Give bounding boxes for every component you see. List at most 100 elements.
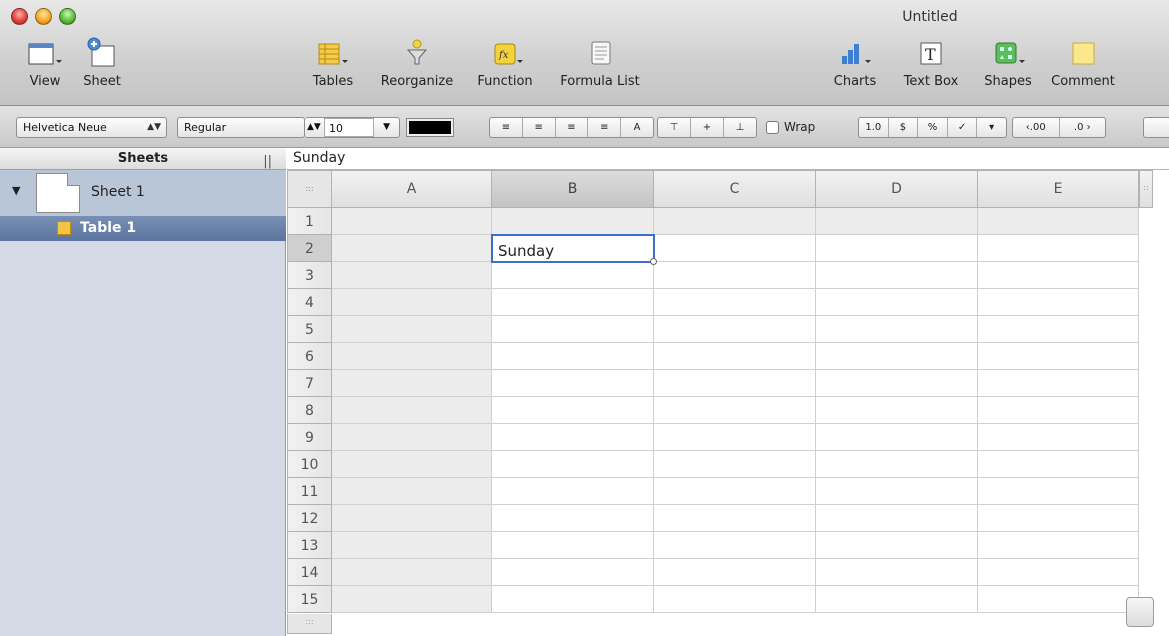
cell-b12[interactable] bbox=[492, 505, 654, 532]
cell-a11[interactable] bbox=[332, 478, 492, 505]
valign-middle-icon[interactable]: + bbox=[691, 118, 724, 137]
cell-e6[interactable] bbox=[978, 343, 1139, 370]
cell-d7[interactable] bbox=[816, 370, 978, 397]
cell-c13[interactable] bbox=[654, 532, 816, 559]
zoom-window-button[interactable] bbox=[59, 8, 76, 25]
valign-top-icon[interactable]: ⊤ bbox=[658, 118, 691, 137]
align-left-icon[interactable]: ≡ bbox=[490, 118, 523, 137]
vertical-align-segmented-control[interactable]: ⊤ + ⊥ bbox=[657, 117, 757, 138]
fill-handle[interactable] bbox=[650, 258, 657, 265]
table-select-handle[interactable]: ::: bbox=[287, 170, 332, 208]
align-auto-icon[interactable]: A bbox=[621, 118, 653, 137]
text-color-well[interactable] bbox=[406, 118, 454, 137]
cell-c10[interactable] bbox=[654, 451, 816, 478]
cell-d3[interactable] bbox=[816, 262, 978, 289]
decrease-decimals-button[interactable]: .0 › bbox=[1060, 118, 1106, 137]
font-family-select[interactable]: Helvetica Neue ▲▼ bbox=[16, 117, 167, 138]
cell-e13[interactable] bbox=[978, 532, 1139, 559]
cell-d6[interactable] bbox=[816, 343, 978, 370]
cell-b15[interactable] bbox=[492, 586, 654, 613]
cell-e7[interactable] bbox=[978, 370, 1139, 397]
more-formats-button[interactable]: ▾ bbox=[977, 118, 1006, 137]
cell-a14[interactable] bbox=[332, 559, 492, 586]
cell-a9[interactable] bbox=[332, 424, 492, 451]
row-header-13[interactable]: 13 bbox=[287, 532, 332, 559]
font-style-select[interactable]: Regular bbox=[177, 117, 305, 138]
column-header-b[interactable]: B bbox=[492, 170, 654, 208]
cell-d8[interactable] bbox=[816, 397, 978, 424]
cell-c2[interactable] bbox=[654, 235, 816, 262]
cell-a6[interactable] bbox=[332, 343, 492, 370]
cell-a4[interactable] bbox=[332, 289, 492, 316]
cell-b1[interactable] bbox=[492, 208, 654, 235]
font-size-field[interactable]: ▲▼ 10 ▼ bbox=[305, 117, 400, 138]
column-header-c[interactable]: C bbox=[654, 170, 816, 208]
cell-a15[interactable] bbox=[332, 586, 492, 613]
cell-d15[interactable] bbox=[816, 586, 978, 613]
number-format-segmented-control[interactable]: 1.0 $ % ✓ ▾ bbox=[858, 117, 1007, 138]
cell-a7[interactable] bbox=[332, 370, 492, 397]
format-bar-overflow-button[interactable] bbox=[1143, 117, 1169, 138]
text-box-button[interactable]: T Text Box bbox=[896, 36, 966, 89]
cell-e14[interactable] bbox=[978, 559, 1139, 586]
cell-a1[interactable] bbox=[332, 208, 492, 235]
tables-button[interactable]: Tables bbox=[308, 36, 358, 89]
cell-a12[interactable] bbox=[332, 505, 492, 532]
cell-b4[interactable] bbox=[492, 289, 654, 316]
cell-e5[interactable] bbox=[978, 316, 1139, 343]
row-header-1[interactable]: 1 bbox=[287, 208, 332, 235]
cell-d10[interactable] bbox=[816, 451, 978, 478]
cell-d11[interactable] bbox=[816, 478, 978, 505]
cell-d9[interactable] bbox=[816, 424, 978, 451]
row-header-2[interactable]: 2 bbox=[287, 235, 332, 262]
cell-c15[interactable] bbox=[654, 586, 816, 613]
decimal-segmented-control[interactable]: ‹.00 .0 › bbox=[1012, 117, 1106, 138]
sheet-button[interactable]: Sheet bbox=[80, 36, 124, 89]
cell-b11[interactable] bbox=[492, 478, 654, 505]
cell-b3[interactable] bbox=[492, 262, 654, 289]
cell-a3[interactable] bbox=[332, 262, 492, 289]
cell-d14[interactable] bbox=[816, 559, 978, 586]
cell-d1[interactable] bbox=[816, 208, 978, 235]
row-header-11[interactable]: 11 bbox=[287, 478, 332, 505]
sidebar-splitter-icon[interactable]: || bbox=[263, 151, 272, 172]
cell-b10[interactable] bbox=[492, 451, 654, 478]
number-format-button[interactable]: 1.0 bbox=[859, 118, 889, 137]
cell-e2[interactable] bbox=[978, 235, 1139, 262]
cell-e4[interactable] bbox=[978, 289, 1139, 316]
function-button[interactable]: fx Function bbox=[474, 36, 536, 89]
close-window-button[interactable] bbox=[11, 8, 28, 25]
cell-a13[interactable] bbox=[332, 532, 492, 559]
charts-button[interactable]: Charts bbox=[830, 36, 880, 89]
cell-c4[interactable] bbox=[654, 289, 816, 316]
cell-b14[interactable] bbox=[492, 559, 654, 586]
cell-c5[interactable] bbox=[654, 316, 816, 343]
sidebar-item-table-1[interactable]: Table 1 bbox=[0, 216, 286, 241]
row-header-8[interactable]: 8 bbox=[287, 397, 332, 424]
row-header-14[interactable]: 14 bbox=[287, 559, 332, 586]
currency-format-button[interactable]: $ bbox=[889, 118, 919, 137]
cell-b6[interactable] bbox=[492, 343, 654, 370]
cell-c6[interactable] bbox=[654, 343, 816, 370]
column-header-e[interactable]: E bbox=[978, 170, 1139, 208]
disclosure-triangle-icon[interactable]: ▼ bbox=[12, 184, 20, 197]
row-header-15[interactable]: 15 bbox=[287, 586, 332, 613]
valign-bottom-icon[interactable]: ⊥ bbox=[724, 118, 756, 137]
align-justify-icon[interactable]: ≡ bbox=[588, 118, 622, 137]
row-header-6[interactable]: 6 bbox=[287, 343, 332, 370]
row-header-3[interactable]: 3 bbox=[287, 262, 332, 289]
cell-e8[interactable] bbox=[978, 397, 1139, 424]
formula-list-button[interactable]: Formula List bbox=[555, 36, 645, 89]
cell-e9[interactable] bbox=[978, 424, 1139, 451]
align-right-icon[interactable]: ≡ bbox=[556, 118, 589, 137]
cell-d4[interactable] bbox=[816, 289, 978, 316]
column-header-a[interactable]: A bbox=[332, 170, 492, 208]
wrap-checkbox[interactable] bbox=[766, 121, 779, 134]
cell-c11[interactable] bbox=[654, 478, 816, 505]
cell-c12[interactable] bbox=[654, 505, 816, 532]
alignment-segmented-control[interactable]: ≡ ≡ ≡ ≡ A bbox=[489, 117, 654, 138]
checkbox-format-button[interactable]: ✓ bbox=[948, 118, 978, 137]
row-header-9[interactable]: 9 bbox=[287, 424, 332, 451]
cell-e12[interactable] bbox=[978, 505, 1139, 532]
cell-c3[interactable] bbox=[654, 262, 816, 289]
